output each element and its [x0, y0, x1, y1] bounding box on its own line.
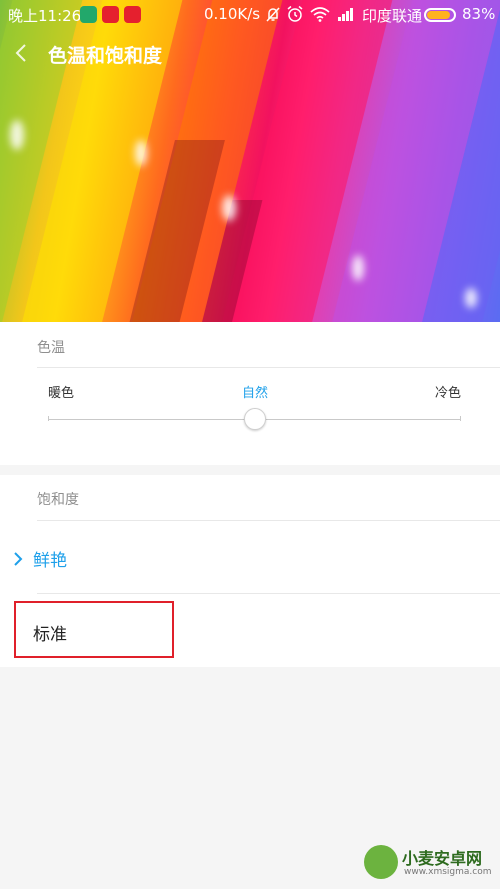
chevron-right-icon: [14, 552, 23, 566]
watermark-logo-icon: [364, 845, 398, 879]
color-temperature-label: 色温: [37, 340, 65, 356]
carrier-name: 印度联通: [362, 7, 423, 25]
status-bar: 晚上11:26 0.10K/s 印度联通 83%: [0, 0, 500, 30]
saturation-label: 饱和度: [37, 492, 79, 508]
signal-icon: [338, 8, 353, 21]
natural-label: 自然: [242, 386, 269, 401]
cool-label: 冷色: [435, 386, 462, 401]
alarm-icon: [287, 5, 303, 22]
warm-label: 暖色: [48, 386, 75, 401]
battery-icon: [424, 8, 456, 22]
slider-tick: [48, 416, 49, 421]
divider: [37, 520, 500, 521]
saturation-option-vivid[interactable]: 鲜艳: [33, 546, 67, 571]
battery-percent: 83%: [462, 5, 496, 23]
mute-bell-icon: [266, 7, 280, 22]
back-arrow-icon[interactable]: [12, 42, 32, 64]
network-speed: 0.10K/s: [204, 5, 261, 23]
wifi-icon: [310, 7, 330, 22]
status-time: 晚上11:26: [8, 7, 82, 25]
watermark-name: 小麦安卓网: [402, 849, 483, 868]
slider-thumb[interactable]: [243, 408, 266, 430]
slider-tick: [460, 416, 461, 421]
page-title: 色温和饱和度: [48, 45, 163, 67]
divider: [37, 367, 500, 368]
weibo-icon: [102, 6, 119, 23]
shield-app-icon: [80, 6, 97, 23]
watermark-url: www.xmsigma.com: [404, 867, 492, 877]
divider: [37, 593, 500, 594]
watermark: 小麦安卓网 www.xmsigma.com: [364, 841, 492, 883]
weibo-icon: [124, 6, 141, 23]
highlight-annotation-box: [14, 601, 174, 658]
